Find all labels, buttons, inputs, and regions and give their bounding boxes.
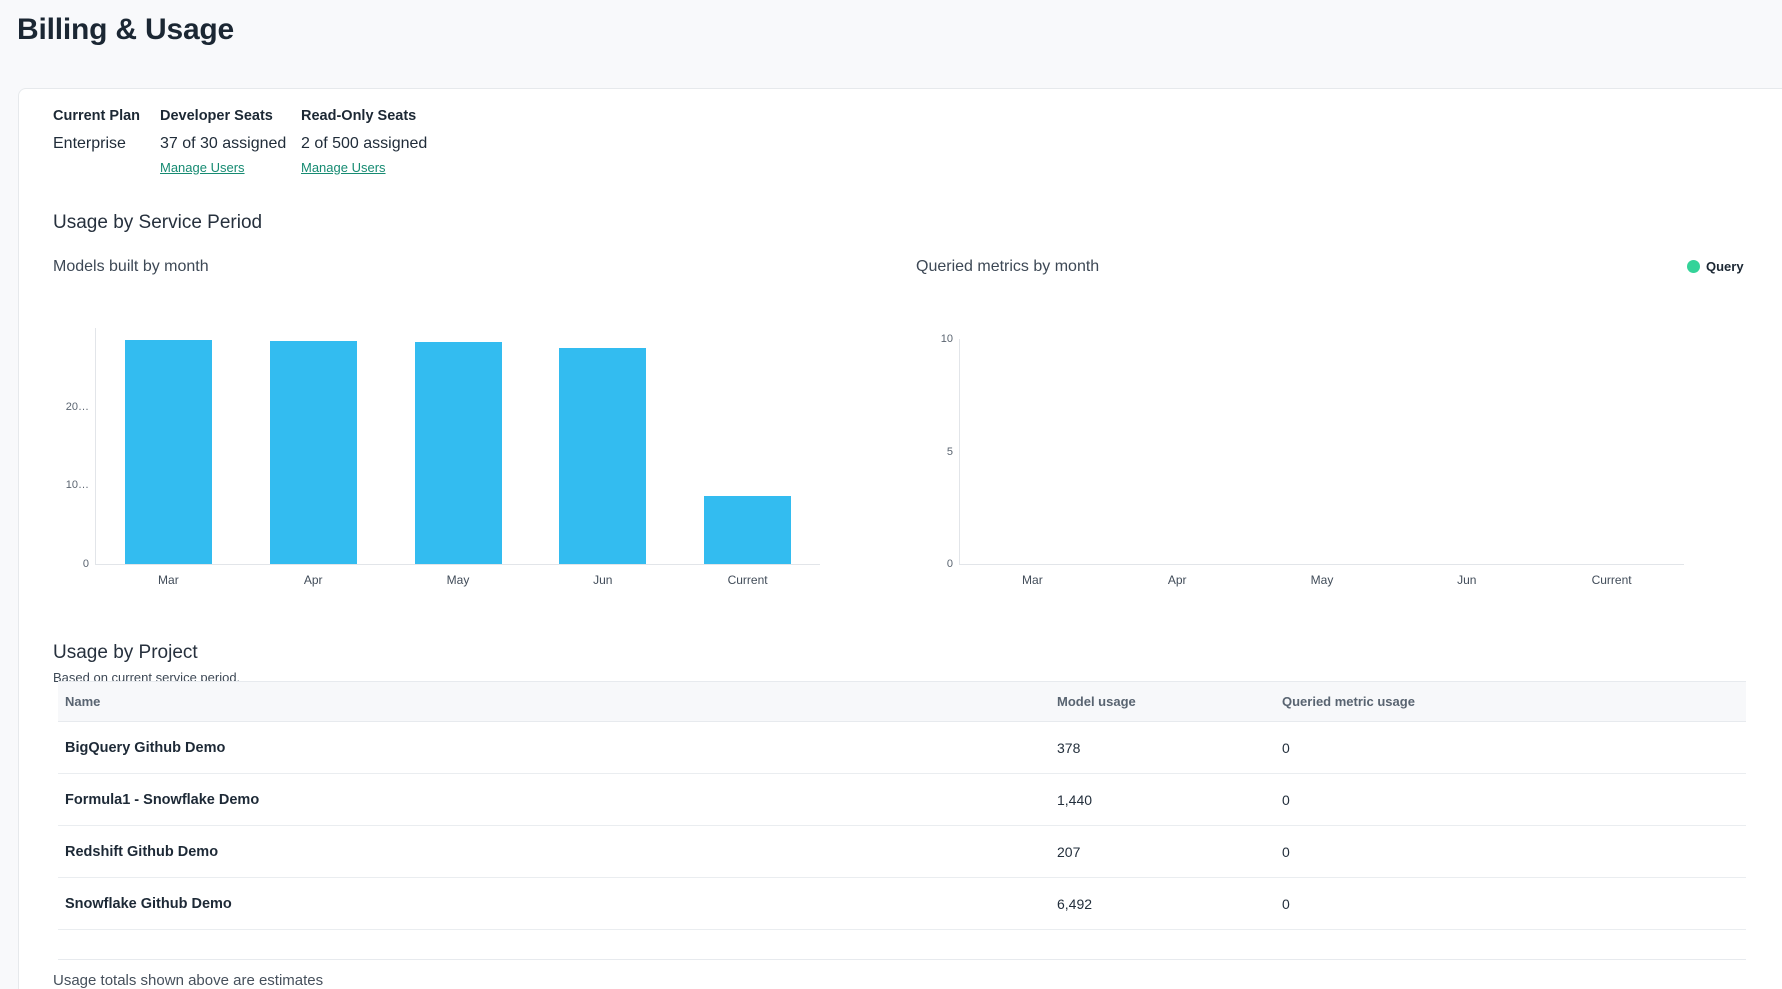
model-usage-cell: 1,440 [1050,792,1275,808]
queried-metrics-chart: 0510MarAprMayJunCurrent [959,339,1684,565]
project-name-cell: Snowflake Github Demo [58,896,1050,912]
bar-current [704,496,791,564]
queried-metric-usage-cell: 0 [1275,740,1746,756]
usage-by-project-table: NameModel usageQueried metric usage BigQ… [58,681,1746,960]
usage-by-project-title: Usage by Project [53,641,198,665]
current-plan-label: Current Plan [53,107,140,125]
model-usage-cell: 6,492 [1050,896,1275,912]
developer-seats-label: Developer Seats [160,107,273,125]
x-axis-label: Mar [158,573,179,587]
column-header-name: Name [58,694,1050,709]
developer-seats-column: Developer Seats 37 of 30 assigned Manage… [160,107,301,176]
x-axis-label: Mar [1022,573,1043,587]
models-built-chart-title: Models built by month [53,257,209,277]
bar-mar [125,340,212,564]
y-axis-tick: 0 [83,557,89,571]
developer-seats-value: 37 of 30 assigned [160,134,286,154]
manage-users-link-developer[interactable]: Manage Users [160,160,245,176]
column-header-queried-metric-usage: Queried metric usage [1275,694,1746,709]
column-header-model-usage: Model usage [1050,694,1275,709]
billing-usage-page: Billing & Usage Current Plan Enterprise … [0,0,1782,989]
legend-item-query[interactable]: Query [1687,259,1744,274]
readonly-seats-value: 2 of 500 assigned [301,134,427,154]
model-usage-cell: 207 [1050,844,1275,860]
bar-may [415,342,502,564]
y-axis-tick: 5 [947,445,953,459]
page-title: Billing & Usage [17,13,234,47]
y-axis-tick: 0 [947,557,953,571]
y-axis-tick: 10 [941,332,953,346]
bar-apr [270,341,357,564]
usage-by-service-period-title: Usage by Service Period [53,211,262,235]
x-axis-label: Current [1592,573,1632,587]
legend-dot-icon [1687,260,1700,273]
model-usage-cell: 378 [1050,740,1275,756]
usage-estimates-footnote: Usage totals shown above are estimates [53,971,323,989]
queried-metric-usage-cell: 0 [1275,896,1746,912]
queried-metric-usage-cell: 0 [1275,792,1746,808]
y-axis-tick: 10… [66,478,89,492]
legend-label: Query [1706,259,1744,274]
chart-legend: Query [1687,259,1744,274]
x-axis-label: Jun [593,573,612,587]
x-axis-label: Current [728,573,768,587]
current-plan-column: Current Plan Enterprise [53,107,160,176]
table-row: Snowflake Github Demo6,4920 [58,878,1746,930]
table-empty-row [58,930,1746,960]
table-row: BigQuery Github Demo3780 [58,722,1746,774]
x-axis-label: Jun [1457,573,1476,587]
table-row: Formula1 - Snowflake Demo1,4400 [58,774,1746,826]
bar-jun [559,348,646,564]
x-axis-label: Apr [304,573,323,587]
table-row: Redshift Github Demo2070 [58,826,1746,878]
project-name-cell: Formula1 - Snowflake Demo [58,792,1050,808]
x-axis-label: May [447,573,470,587]
readonly-seats-column: Read-Only Seats 2 of 500 assigned Manage… [301,107,427,176]
billing-card: Current Plan Enterprise Developer Seats … [18,88,1782,989]
y-axis-tick: 20… [66,400,89,414]
readonly-seats-label: Read-Only Seats [301,107,416,125]
table-header-row: NameModel usageQueried metric usage [58,681,1746,722]
project-name-cell: Redshift Github Demo [58,844,1050,860]
plan-panel: Current Plan Enterprise Developer Seats … [53,107,427,176]
models-built-chart: 010…20…MarAprMayJunCurrent [95,328,820,565]
queried-metric-usage-cell: 0 [1275,844,1746,860]
queried-metrics-chart-title: Queried metrics by month [916,257,1099,277]
project-name-cell: BigQuery Github Demo [58,740,1050,756]
x-axis-label: May [1311,573,1334,587]
current-plan-value: Enterprise [53,134,126,154]
x-axis-label: Apr [1168,573,1187,587]
manage-users-link-readonly[interactable]: Manage Users [301,160,386,176]
